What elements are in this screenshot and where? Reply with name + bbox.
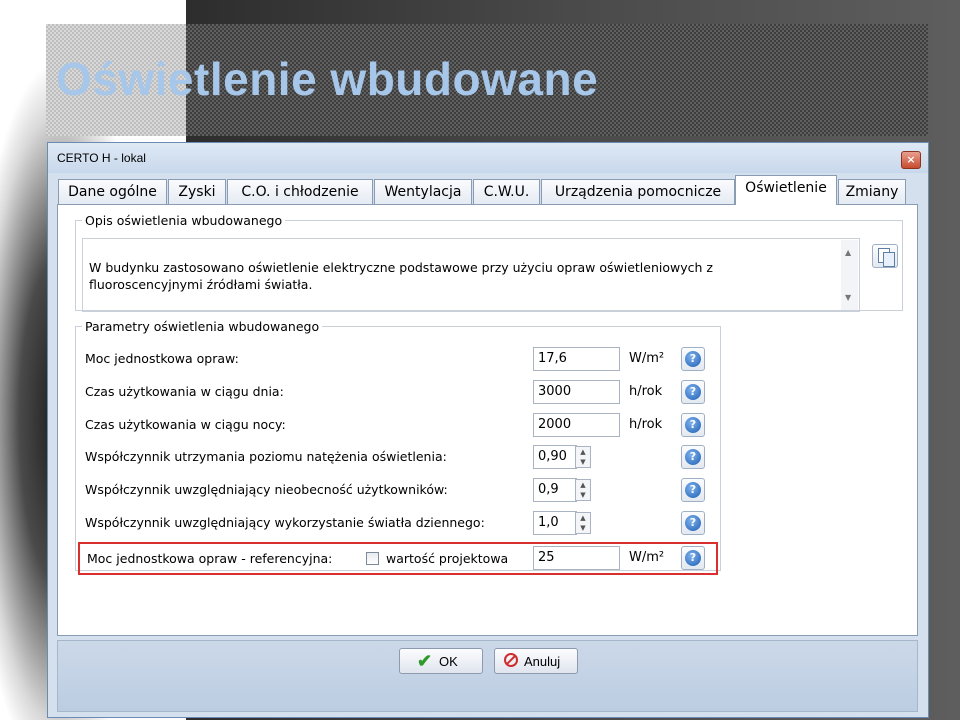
description-textarea[interactable]: W budynku zastosowano oświetlenie elektr… xyxy=(82,238,860,312)
close-icon[interactable]: × xyxy=(901,151,921,169)
help-button-czas-dnia[interactable]: ? xyxy=(681,380,705,404)
window-title: CERTO H - lokal xyxy=(57,151,146,165)
tab-zyski[interactable]: Zyski xyxy=(168,179,226,204)
param-unit-czas-nocy: h/rok xyxy=(629,417,663,432)
description-text: W budynku zastosowano oświetlenie elektr… xyxy=(89,260,713,292)
cancel-icon xyxy=(504,653,518,667)
param-unit-czas-dnia: h/rok xyxy=(629,384,663,399)
czas-nocy-input[interactable]: 2000 xyxy=(533,413,620,437)
help-icon: ? xyxy=(685,550,701,566)
description-scrollbar[interactable]: ▲ ▼ xyxy=(841,240,858,310)
help-icon: ? xyxy=(685,351,701,367)
param-label-swiatlo-dzienne: Współczynnik uwzględniający wykorzystani… xyxy=(85,515,485,530)
param-label-czas-dnia: Czas użytkowania w ciągu dnia: xyxy=(85,384,284,399)
tab-panel-oswietlenie: Opis oświetlenia wbudowanego W budynku z… xyxy=(57,204,918,636)
param-label-czas-nocy: Czas użytkowania w ciągu nocy: xyxy=(85,417,286,432)
param-label-utrzymania: Współczynnik utrzymania poziomu natężeni… xyxy=(85,449,447,464)
param-label-moc: Moc jednostkowa opraw: xyxy=(85,351,239,366)
ok-button-label: OK xyxy=(439,654,458,669)
wsp-utrzymania-input[interactable]: 0,90 xyxy=(533,445,577,469)
help-button-utrzymania[interactable]: ? xyxy=(681,445,705,469)
scroll-down-icon[interactable]: ▼ xyxy=(845,289,851,306)
wsp-utrzymania-stepper[interactable]: ▲ ▼ xyxy=(575,446,591,468)
moc-referencyjna-input[interactable]: 25 xyxy=(533,546,620,570)
tab-wentylacja[interactable]: Wentylacja xyxy=(374,179,472,204)
help-icon: ? xyxy=(685,384,701,400)
button-bar: ✔ OK Anuluj xyxy=(57,640,918,712)
help-icon: ? xyxy=(685,482,701,498)
wsp-swiatlo-dzienne-input[interactable]: 1,0 xyxy=(533,511,577,535)
cancel-button[interactable]: Anuluj xyxy=(494,648,578,674)
cancel-button-label: Anuluj xyxy=(524,654,561,669)
checkmark-icon: ✔ xyxy=(417,651,433,671)
help-button-referencyjna[interactable]: ? xyxy=(681,546,705,570)
help-icon: ? xyxy=(685,417,701,433)
wsp-nieobecnosc-input[interactable]: 0,9 xyxy=(533,478,577,502)
dialog-window: CERTO H - lokal × Dane ogólne Zyski C.O.… xyxy=(47,142,929,718)
czas-dnia-input[interactable]: 3000 xyxy=(533,380,620,404)
description-legend: Opis oświetlenia wbudowanego xyxy=(85,213,283,228)
help-button-moc[interactable]: ? xyxy=(681,347,705,371)
tab-cwu[interactable]: C.W.U. xyxy=(473,179,540,204)
window-titlebar[interactable]: CERTO H - lokal × xyxy=(48,143,928,173)
help-button-swiatlo-dzienne[interactable]: ? xyxy=(681,511,705,535)
parameters-group: Parametry oświetlenia wbudowanego Moc je… xyxy=(75,319,721,575)
wsp-swiatlo-dzienne-stepper[interactable]: ▲ ▼ xyxy=(575,512,591,534)
param-unit-moc: W/m² xyxy=(629,351,665,366)
help-icon: ? xyxy=(685,449,701,465)
param-unit-referencyjna: W/m² xyxy=(629,550,665,565)
copy-description-button[interactable] xyxy=(872,244,898,268)
reference-row-highlight: Moc jednostkowa opraw - referencyjna: wa… xyxy=(78,542,718,575)
param-label-nieobecnosc: Współczynnik uwzględniający nieobecność … xyxy=(85,482,448,497)
parameters-legend: Parametry oświetlenia wbudowanego xyxy=(85,319,320,334)
param-label-referencyjna: Moc jednostkowa opraw - referencyjna: xyxy=(87,551,333,566)
tab-zmiany[interactable]: Zmiany xyxy=(838,179,906,204)
help-button-czas-nocy[interactable]: ? xyxy=(681,413,705,437)
tab-urzadzenia-pomocnicze[interactable]: Urządzenia pomocnicze xyxy=(541,179,735,204)
tab-oswietlenie[interactable]: Oświetlenie xyxy=(735,175,837,205)
moc-jednostkowa-input[interactable]: 17,6 xyxy=(533,347,620,371)
checkbox-label-wartosc-projektowa: wartość projektowa xyxy=(386,551,509,566)
tab-dane-ogolne[interactable]: Dane ogólne xyxy=(58,179,167,204)
description-group: Opis oświetlenia wbudowanego W budynku z… xyxy=(75,213,903,312)
wartosc-projektowa-checkbox[interactable] xyxy=(366,552,379,565)
scroll-up-icon[interactable]: ▲ xyxy=(845,244,851,261)
help-button-nieobecnosc[interactable]: ? xyxy=(681,478,705,502)
slide-title: Oświetlenie wbudowane xyxy=(56,53,599,105)
tab-co-chlodzenie[interactable]: C.O. i chłodzenie xyxy=(227,179,373,204)
ok-button[interactable]: ✔ OK xyxy=(399,648,483,674)
wsp-nieobecnosc-stepper[interactable]: ▲ ▼ xyxy=(575,479,591,501)
help-icon: ? xyxy=(685,515,701,531)
